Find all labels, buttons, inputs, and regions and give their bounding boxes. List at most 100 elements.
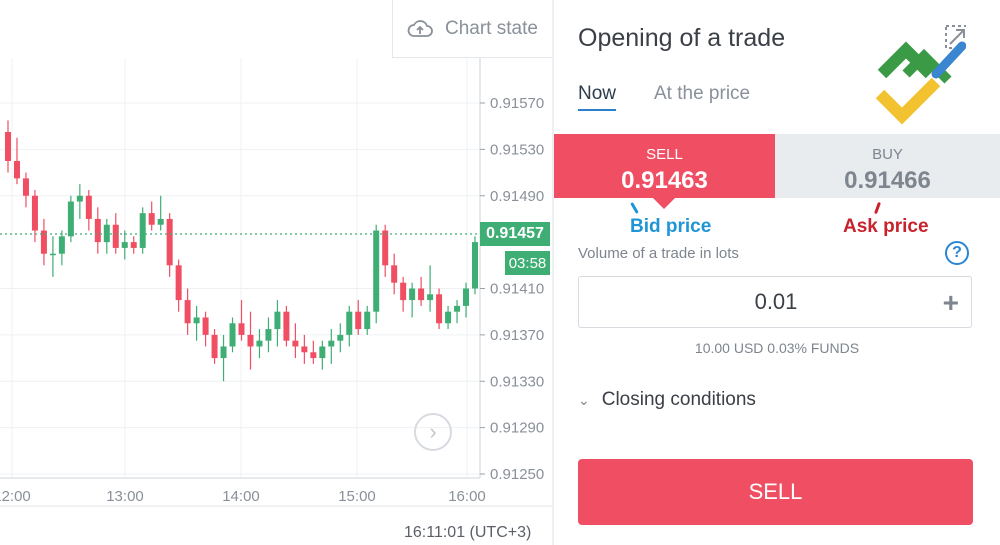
candle-body (139, 213, 146, 248)
sell-price-tile[interactable]: SELL 0.91463 (554, 134, 775, 198)
candle (13, 137, 20, 185)
candle-body (319, 346, 326, 359)
candle (283, 305, 290, 347)
candle-body (229, 323, 236, 347)
time-tick-label: 16:00 (448, 488, 486, 505)
candlestick-chart[interactable]: 0.91570 0.91530 0.91490 0.91410 0.91370 0.913… (0, 58, 552, 545)
closing-conditions-label: Closing conditions (601, 389, 756, 410)
brand-logo (876, 25, 966, 125)
candle (184, 288, 191, 335)
candle-body (85, 195, 92, 219)
tab-now[interactable]: Now (578, 83, 617, 111)
candle (76, 184, 83, 219)
price-tick-label: 0.91570 (490, 95, 544, 112)
candle-body (76, 195, 83, 202)
candle-body (166, 218, 173, 266)
tab-at-the-price[interactable]: At the price (654, 83, 750, 105)
candle-countdown-tag: 03:58 (505, 251, 550, 275)
candle-body (364, 311, 371, 330)
candle (418, 276, 425, 306)
candle-body (436, 294, 443, 324)
chevron-down-icon: ⌄ (578, 391, 590, 408)
chart-pane[interactable]: Chart state 0.91570 0.91530 0.91490 0.91410… (0, 0, 552, 545)
candle (67, 195, 74, 243)
candle (346, 305, 353, 347)
candle-body (391, 265, 398, 283)
chart-grid (0, 58, 480, 478)
candle (364, 305, 371, 335)
candle (202, 311, 209, 347)
candle (94, 207, 101, 254)
volume-value: 0.01 (754, 289, 798, 314)
price-axis-ticks: 0.91570 0.91530 0.91490 0.91410 0.91370 0.913… (480, 95, 544, 483)
candle (463, 282, 470, 318)
buy-price-tile[interactable]: BUY 0.91466 (775, 134, 1000, 198)
candle-body (247, 334, 254, 347)
increase-volume-button[interactable]: + (943, 287, 959, 319)
chart-state-label: Chart state (445, 17, 538, 39)
candle (211, 329, 218, 364)
candle-body (463, 288, 470, 306)
candle-body (67, 201, 74, 237)
price-tick-label: 0.91490 (490, 188, 544, 205)
candle (148, 201, 155, 231)
candle-body (13, 160, 20, 179)
candle (157, 195, 164, 231)
current-price-tag: 0.91457 (480, 222, 550, 246)
ask-annotation-mark (874, 201, 881, 215)
candle-body (193, 317, 200, 324)
candle (355, 300, 362, 335)
candle (409, 282, 416, 318)
candle-body (184, 300, 191, 324)
volume-input[interactable]: 0.01 + (578, 276, 972, 328)
candle (247, 311, 254, 370)
candle (40, 218, 47, 266)
candle-body (5, 131, 11, 161)
candle-body (427, 294, 434, 301)
sell-tile-pointer (653, 198, 675, 209)
candle-body (445, 311, 452, 324)
help-icon[interactable]: ? (945, 241, 969, 265)
candle-body (211, 334, 218, 359)
closing-conditions-toggle[interactable]: ⌄ Closing conditions (578, 389, 756, 411)
candle (193, 305, 200, 341)
candle (85, 189, 92, 231)
bid-price-annotation: Bid price (630, 216, 712, 237)
time-axis-ticks: 12:00 13:00 14:00 15:00 16:00 (0, 488, 486, 505)
chart-state-button[interactable]: Chart state (392, 0, 552, 58)
candle-body (310, 352, 317, 359)
candle (292, 323, 299, 359)
price-tick-label: 0.91250 (490, 466, 544, 483)
candle-body (112, 224, 119, 248)
time-tick-label: 14:00 (222, 488, 260, 505)
candle (472, 236, 478, 295)
candle-body (202, 317, 209, 335)
candle-body (418, 288, 425, 301)
candle (130, 236, 137, 254)
sell-tile-label: SELL (646, 146, 683, 163)
candle-body (130, 242, 137, 248)
candle-body (274, 311, 281, 330)
time-tick-label: 13:00 (106, 488, 144, 505)
sell-button[interactable]: SELL (578, 459, 973, 525)
candle-body (22, 178, 29, 196)
candle (265, 317, 272, 353)
panel-title: Opening of a trade (578, 24, 786, 52)
candle-body (94, 218, 101, 243)
candle-body (49, 253, 56, 256)
candle-body (283, 311, 290, 341)
volume-info: 10.00 USD 0.03% FUNDS (694, 340, 860, 356)
candle-body (265, 329, 272, 341)
price-tick-label: 0.91530 (490, 141, 544, 158)
candle (166, 213, 173, 277)
candle (139, 207, 146, 254)
candle (256, 329, 263, 359)
candle-body (238, 323, 245, 335)
price-tick-label: 0.91370 (490, 327, 544, 344)
candle-body (355, 311, 362, 330)
candle-body (409, 288, 416, 301)
chart-clock: 16:11:01 (UTC+3) (404, 524, 532, 541)
candle-body (301, 346, 308, 353)
chevron-right-icon[interactable]: › (414, 413, 452, 451)
candle (445, 305, 452, 330)
